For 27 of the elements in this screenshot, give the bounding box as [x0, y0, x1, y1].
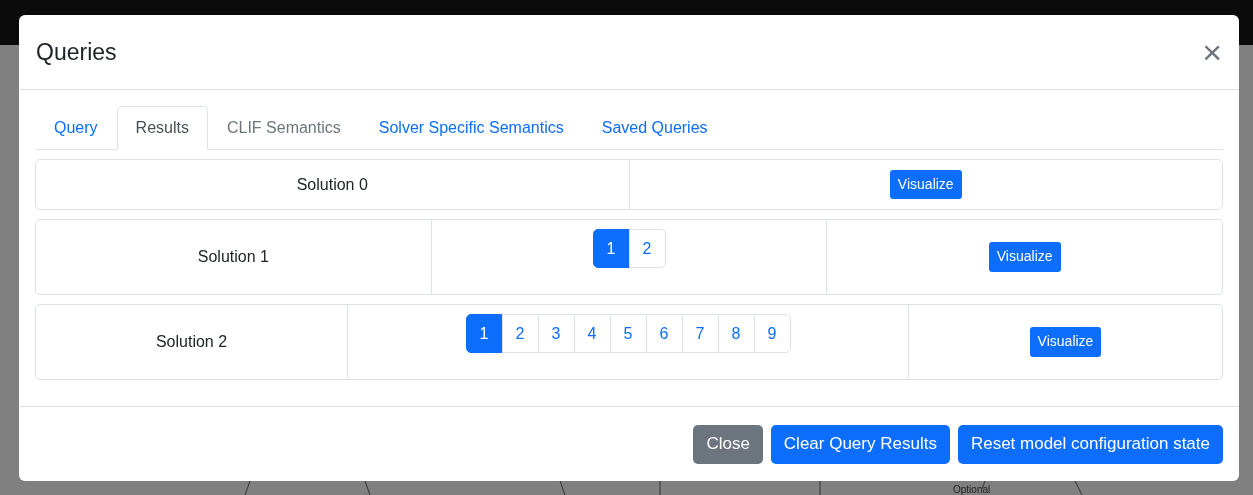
- diagram-label: Optional: [953, 485, 991, 495]
- tab[interactable]: Query: [35, 106, 117, 149]
- close-button[interactable]: ×: [1202, 35, 1222, 69]
- page-link[interactable]: 1: [592, 229, 630, 268]
- page-link[interactable]: 6: [645, 314, 683, 353]
- page-link[interactable]: 8: [717, 314, 755, 353]
- modal-title: Queries: [36, 37, 117, 67]
- page-link[interactable]: 9: [753, 314, 791, 353]
- tab[interactable]: Solver Specific Semantics: [359, 106, 583, 149]
- page-link[interactable]: 2: [628, 229, 666, 268]
- visualize-button[interactable]: Visualize: [988, 242, 1061, 272]
- page-link[interactable]: 1: [465, 314, 503, 353]
- visualize-button[interactable]: Visualize: [889, 169, 962, 200]
- solution-label: Solution 0: [296, 174, 368, 195]
- page-link[interactable]: 4: [573, 314, 611, 353]
- page-link[interactable]: 3: [537, 314, 575, 353]
- close-button[interactable]: Close: [693, 424, 763, 464]
- tab[interactable]: Saved Queries: [582, 106, 727, 149]
- tab[interactable]: Results: [116, 106, 208, 150]
- visualize-button[interactable]: Visualize: [1029, 327, 1102, 357]
- action-button[interactable]: Reset model configuration state: [957, 424, 1223, 464]
- solution-label: Solution 2: [155, 332, 228, 352]
- page-link[interactable]: 7: [681, 314, 719, 353]
- page-link[interactable]: 2: [501, 314, 539, 353]
- page-link[interactable]: 5: [609, 314, 647, 353]
- action-button[interactable]: Clear Query Results: [770, 424, 950, 464]
- solution-label: Solution 1: [197, 247, 269, 267]
